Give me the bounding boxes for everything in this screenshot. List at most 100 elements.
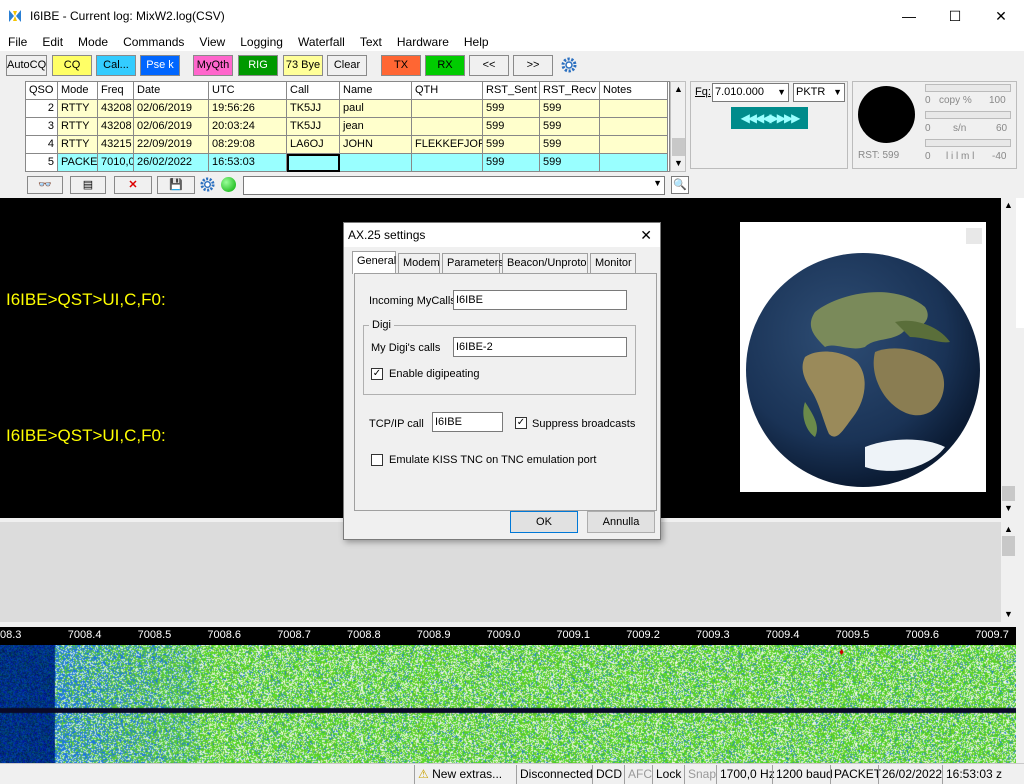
pse-k-button[interactable]: Pse k xyxy=(140,55,180,76)
table-cell[interactable]: jean xyxy=(340,118,412,136)
emulate-kiss-checkbox[interactable] xyxy=(371,454,383,466)
table-cell[interactable]: 599 xyxy=(540,136,600,154)
scroll-down-icon[interactable]: ▼ xyxy=(674,158,683,168)
table-cell[interactable] xyxy=(412,154,483,172)
log-grid[interactable]: QSO Mode Freq Date UTC Call Name QTH RST_Sent RST… xyxy=(25,81,670,172)
table-cell[interactable]: 20:03:24 xyxy=(209,118,287,136)
tcp-ip-call-input[interactable]: I6IBE xyxy=(432,412,503,432)
log-search-combo[interactable]: ▼ xyxy=(243,176,665,195)
freq-dropdown-icon[interactable]: ▼ xyxy=(777,84,786,101)
table-cell[interactable]: 599 xyxy=(483,118,540,136)
table-cell[interactable]: 19:56:26 xyxy=(209,100,287,118)
table-cell[interactable]: 599 xyxy=(540,100,600,118)
column-header[interactable]: QTH xyxy=(412,82,483,100)
tab-beacon-unproto[interactable]: Beacon/Unproto xyxy=(502,253,588,273)
next-button[interactable]: >> xyxy=(513,55,553,76)
scroll-up-icon[interactable]: ▲ xyxy=(674,84,683,94)
delete-icon[interactable]: ✕ xyxy=(114,176,152,194)
table-cell[interactable]: 43208 xyxy=(98,118,134,136)
suppress-broadcasts-checkbox[interactable]: ✓ xyxy=(515,417,527,429)
rx-button[interactable]: RX xyxy=(425,55,465,76)
mode-dropdown-icon[interactable]: ▼ xyxy=(833,84,842,101)
enable-digipeating-checkbox[interactable]: ✓ xyxy=(371,368,383,380)
menu-help[interactable]: Help xyxy=(464,35,489,49)
dialog-close-icon[interactable]: ✕ xyxy=(640,223,652,247)
close-button[interactable]: ✕ xyxy=(978,0,1024,32)
status-lock[interactable]: Lock xyxy=(652,765,684,784)
table-cell[interactable]: 16:53:03 xyxy=(209,154,287,172)
rx-scroll-up-icon[interactable]: ▲ xyxy=(1004,200,1013,210)
tab-modem[interactable]: Modem xyxy=(398,253,440,273)
table-cell[interactable]: 26/02/2022 xyxy=(134,154,209,172)
tx-button[interactable]: TX xyxy=(381,55,421,76)
log-gear-icon[interactable] xyxy=(200,177,215,192)
table-cell[interactable] xyxy=(340,154,412,172)
cursor-marker-icon[interactable]: ♦ xyxy=(839,647,844,658)
status-mode[interactable]: PACKET xyxy=(830,765,881,784)
rx-scroll-down-icon[interactable]: ▼ xyxy=(1004,503,1013,513)
menu-hardware[interactable]: Hardware xyxy=(397,35,449,49)
table-cell[interactable]: 599 xyxy=(483,154,540,172)
save-disk-icon[interactable]: 💾 xyxy=(157,176,195,194)
waterfall-frequency-scale[interactable]: 08.3 7008.4 7008.5 7008.6 7008.7 7008.8 7008.9… xyxy=(0,627,1016,645)
table-cell[interactable]: RTTY xyxy=(58,100,98,118)
menu-mode[interactable]: Mode xyxy=(78,35,108,49)
tuning-arrows-button[interactable]: ◀◀◀◀▶▶▶▶ xyxy=(731,107,808,129)
rx-scrollbar[interactable]: ▲ ▼ xyxy=(1001,198,1016,518)
menu-logging[interactable]: Logging xyxy=(240,35,283,49)
status-snap[interactable]: Snap xyxy=(684,765,716,784)
tx-scrollbar[interactable]: ▲ ▼ xyxy=(1001,522,1016,622)
table-cell[interactable] xyxy=(412,118,483,136)
call-button[interactable]: Cal... xyxy=(96,55,136,76)
column-header[interactable]: Notes xyxy=(600,82,668,100)
tx-scroll-down-icon[interactable]: ▼ xyxy=(1004,609,1013,619)
table-cell[interactable]: TK5JJ xyxy=(287,118,340,136)
tab-general[interactable]: General xyxy=(352,251,396,274)
table-cell[interactable]: 08:29:08 xyxy=(209,136,287,154)
table-cell[interactable] xyxy=(600,118,668,136)
table-cell[interactable] xyxy=(600,154,668,172)
waterfall-display[interactable] xyxy=(0,645,1016,763)
mode-select[interactable]: PKTR ▼ xyxy=(793,83,845,102)
cancel-button[interactable]: Annulla xyxy=(587,511,655,533)
table-cell[interactable]: 02/06/2019 xyxy=(134,118,209,136)
table-cell[interactable]: 599 xyxy=(483,100,540,118)
incoming-mycalls-input[interactable]: I6IBE xyxy=(453,290,627,310)
table-cell[interactable]: 599 xyxy=(540,154,600,172)
column-header[interactable]: Call xyxy=(287,82,340,100)
table-cell[interactable]: 02/06/2019 xyxy=(134,100,209,118)
frequency-input[interactable]: 7.010.000 ▼ xyxy=(712,83,789,102)
prev-button[interactable]: << xyxy=(469,55,509,76)
table-cell[interactable]: 43215 xyxy=(98,136,134,154)
menu-waterfall[interactable]: Waterfall xyxy=(298,35,345,49)
table-cell[interactable] xyxy=(600,100,668,118)
globe-close-box[interactable] xyxy=(966,228,982,244)
table-cell[interactable]: 2 xyxy=(26,100,58,118)
status-dcd[interactable]: DCD xyxy=(592,765,624,784)
table-cell[interactable]: 4 xyxy=(26,136,58,154)
table-cell[interactable]: RTTY xyxy=(58,136,98,154)
column-header[interactable]: RST_Sent xyxy=(483,82,540,100)
clear-button[interactable]: Clear xyxy=(327,55,367,76)
column-header[interactable]: Freq xyxy=(98,82,134,100)
table-cell[interactable]: 599 xyxy=(483,136,540,154)
table-cell[interactable]: 43208 xyxy=(98,100,134,118)
table-cell[interactable]: 7010,0 xyxy=(98,154,134,172)
column-header[interactable]: Name xyxy=(340,82,412,100)
table-cell[interactable]: JOHN xyxy=(340,136,412,154)
table-cell[interactable]: RTTY xyxy=(58,118,98,136)
settings-gear-icon[interactable] xyxy=(561,57,577,73)
table-cell[interactable]: LA6OJ xyxy=(287,136,340,154)
menu-file[interactable]: File xyxy=(8,35,27,49)
ok-button[interactable]: OK xyxy=(510,511,578,533)
menu-text[interactable]: Text xyxy=(360,35,382,49)
column-header[interactable]: RST_Recv xyxy=(540,82,600,100)
column-header[interactable]: QSO xyxy=(26,82,58,100)
log-edit-icon[interactable]: ▤ xyxy=(70,176,106,194)
table-cell[interactable]: 5 xyxy=(26,154,58,172)
menu-edit[interactable]: Edit xyxy=(42,35,63,49)
glasses-icon[interactable]: 👓 xyxy=(27,176,63,194)
tab-parameters[interactable]: Parameters xyxy=(442,253,504,273)
combo-dropdown-icon[interactable]: ▼ xyxy=(653,178,662,188)
table-cell[interactable]: 3 xyxy=(26,118,58,136)
